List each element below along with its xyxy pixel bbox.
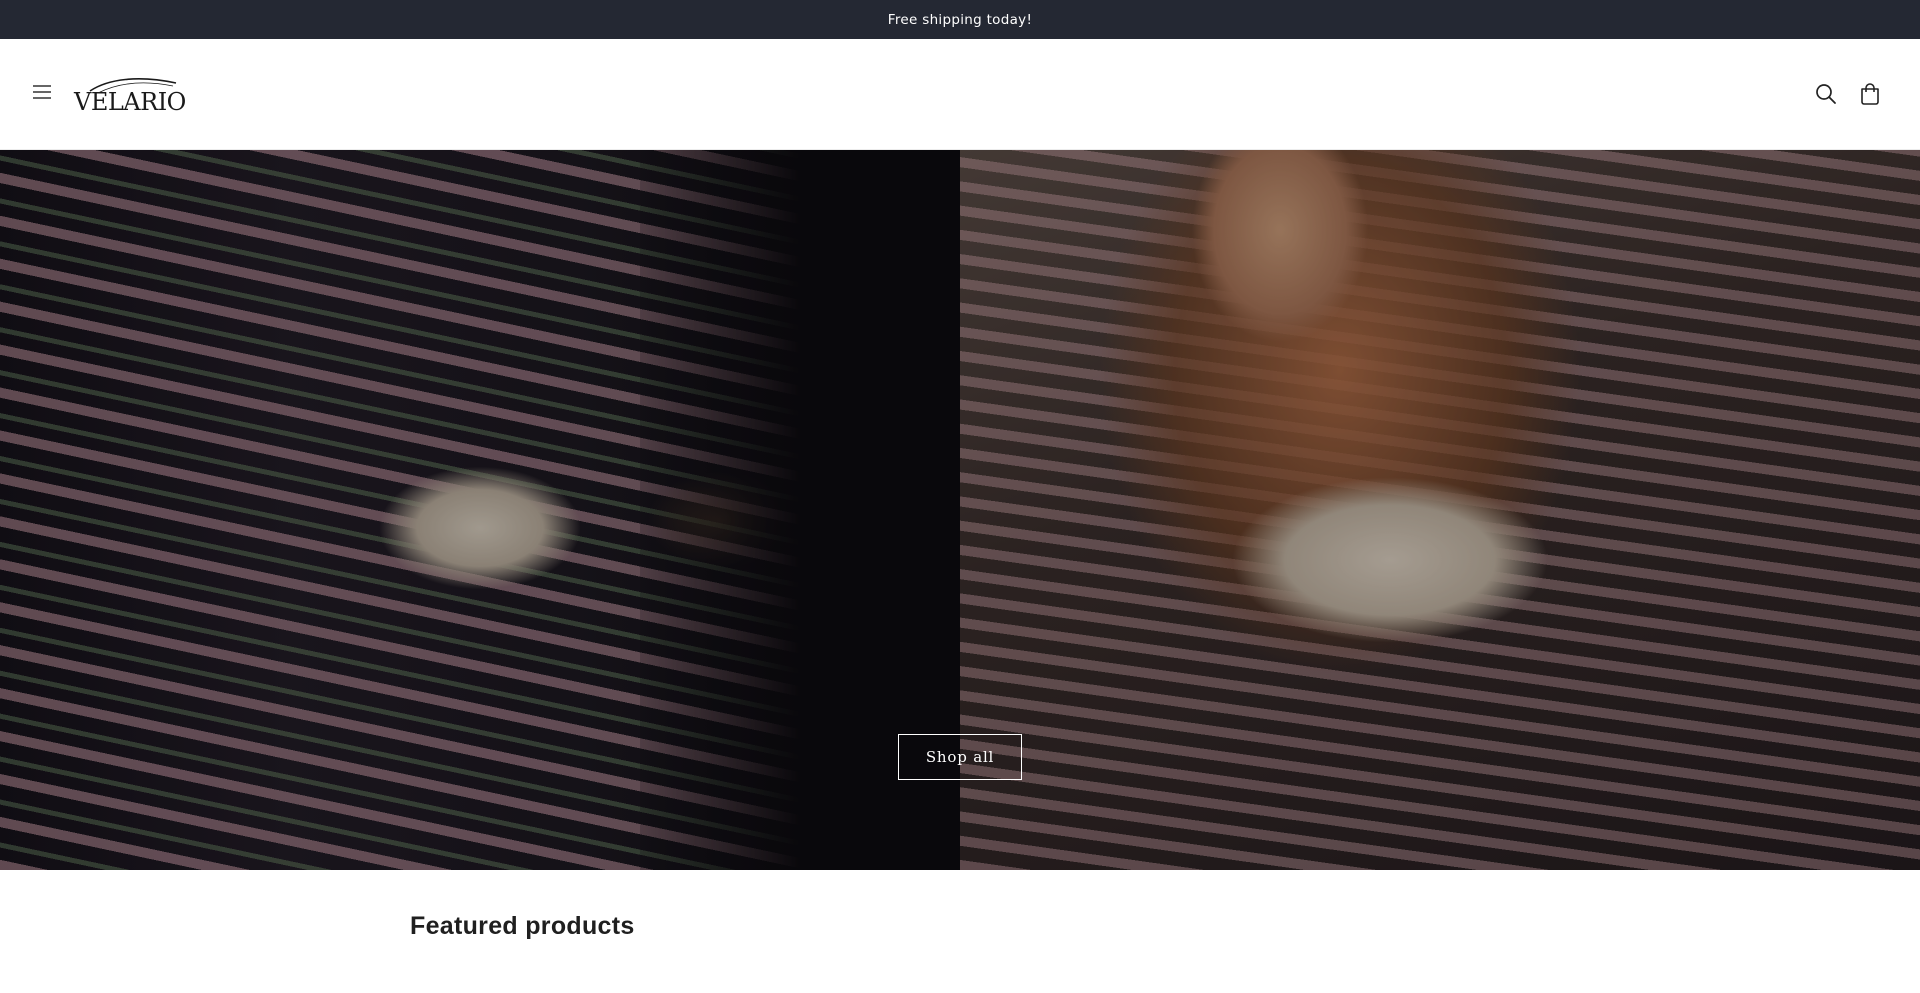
brand-logo[interactable]: VELARIO (74, 71, 186, 119)
logo-swoosh-icon (89, 78, 177, 94)
hamburger-menu-icon (32, 84, 52, 104)
cart-button[interactable] (1852, 78, 1888, 114)
shop-all-button[interactable]: Shop all (898, 734, 1022, 780)
cart-bag-icon (1859, 83, 1881, 109)
hero-banner: Shop all (0, 150, 1920, 870)
site-header: VELARIO (0, 39, 1920, 150)
menu-button[interactable] (26, 79, 58, 109)
search-icon (1815, 83, 1837, 109)
announcement-bar: Free shipping today! (0, 0, 1920, 39)
featured-products-heading: Featured products (410, 912, 635, 940)
announcement-text: Free shipping today! (887, 11, 1033, 28)
search-button[interactable] (1808, 78, 1844, 114)
